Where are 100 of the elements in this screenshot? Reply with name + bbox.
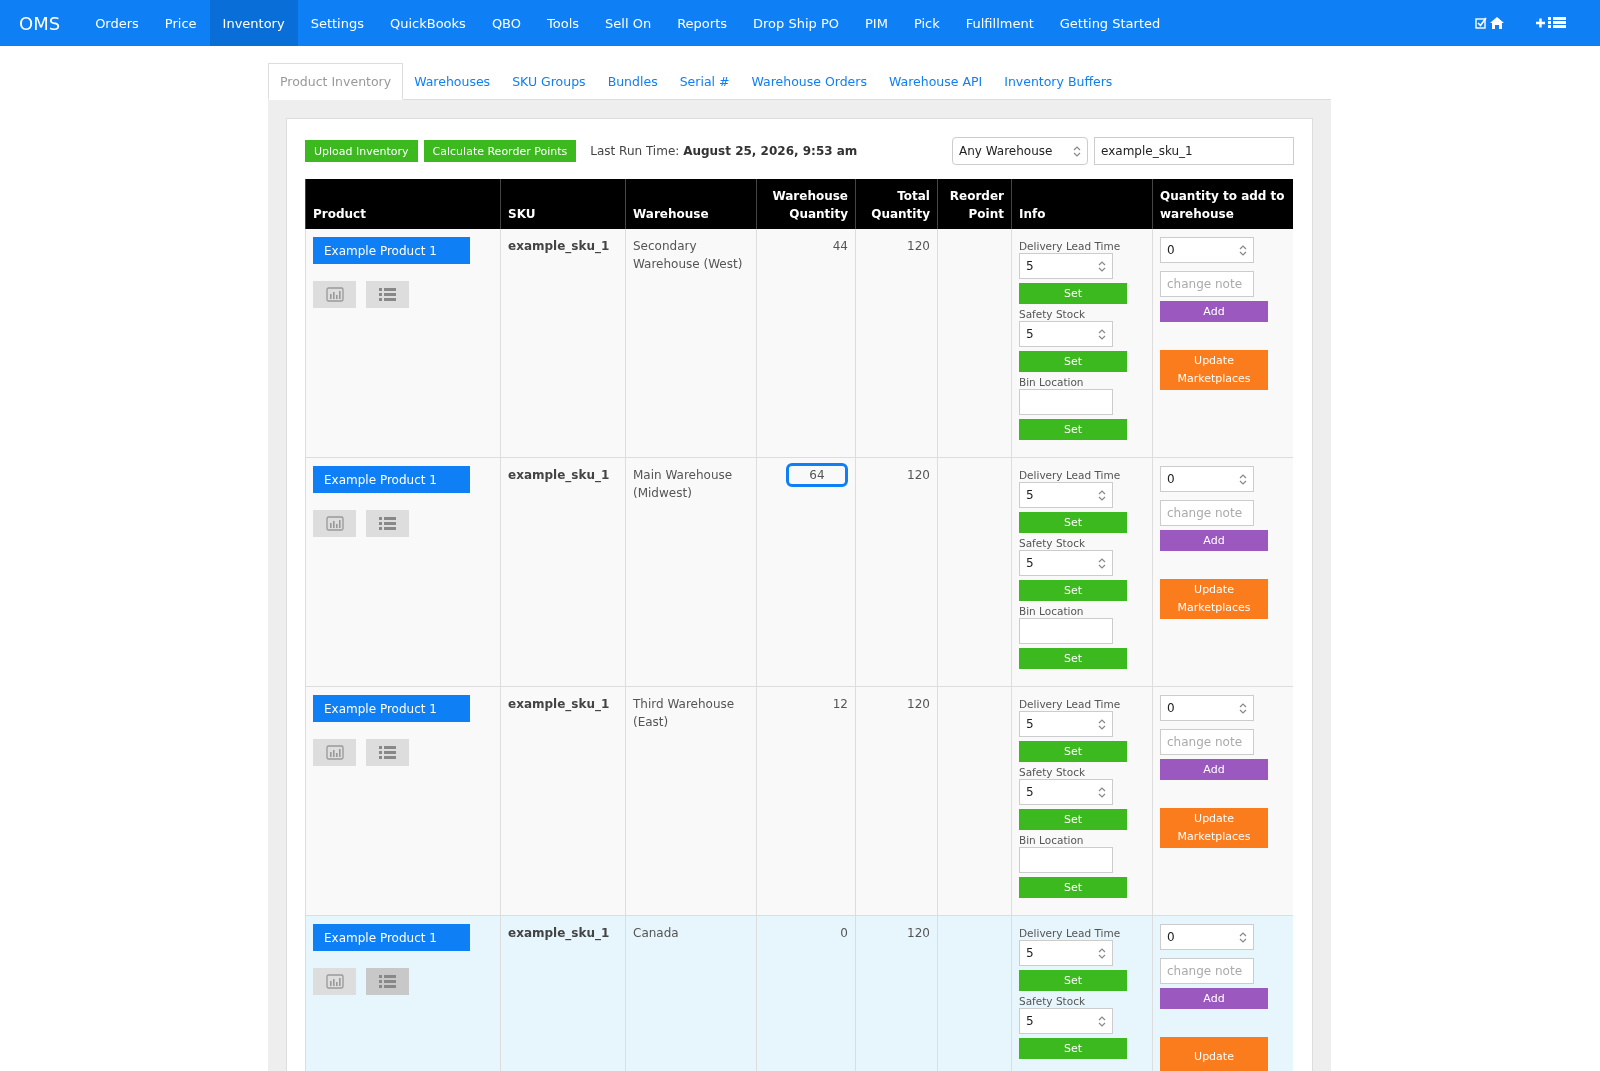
chart-button[interactable] (313, 739, 356, 766)
spinner-arrows-icon[interactable] (1098, 556, 1106, 570)
set-button[interactable]: Set (1019, 512, 1127, 533)
nav-item[interactable]: Inventory (209, 0, 298, 46)
column-header: Warehouse Quantity (756, 179, 855, 229)
number-field[interactable]: 5 (1019, 253, 1113, 279)
nav-item[interactable]: Orders (82, 0, 152, 46)
sku-search-field[interactable]: example_sku_1 (1094, 137, 1294, 165)
spinner-arrows-icon[interactable] (1098, 488, 1106, 502)
product-button[interactable]: Example Product 1 (313, 466, 470, 493)
set-button[interactable]: Set (1019, 648, 1127, 669)
quantity-field[interactable]: 0 (1160, 466, 1254, 492)
set-button[interactable]: Set (1019, 809, 1127, 830)
quantity-field[interactable]: 0 (1160, 695, 1254, 721)
action-button[interactable]: Upload Inventory (305, 140, 418, 162)
spinner-arrows-icon[interactable] (1098, 946, 1106, 960)
nav-item[interactable]: Getting Started (1046, 0, 1174, 46)
check-home-icon[interactable] (1475, 16, 1505, 30)
set-button[interactable]: Set (1019, 1038, 1127, 1059)
note-field[interactable]: change note (1160, 958, 1254, 984)
tab[interactable]: Inventory Buffers (993, 63, 1124, 99)
number-field[interactable]: 5 (1019, 779, 1113, 805)
list-button[interactable] (366, 968, 409, 995)
quantity-field[interactable]: 0 (1160, 237, 1254, 263)
spinner-arrows-icon[interactable] (1098, 717, 1106, 731)
list-button[interactable] (366, 739, 409, 766)
update-button[interactable]: Update Marketplaces (1160, 579, 1268, 619)
set-button[interactable]: Set (1019, 877, 1127, 898)
tab[interactable]: Warehouses (403, 63, 502, 99)
warehouse-select[interactable]: Any Warehouse (952, 137, 1088, 165)
set-button[interactable]: Set (1019, 419, 1127, 440)
tab[interactable]: Serial # (668, 63, 741, 99)
nav-item[interactable]: Settings (297, 0, 377, 46)
spinner-arrows-icon[interactable] (1239, 930, 1247, 944)
nav-item[interactable]: Reports (664, 0, 740, 46)
action-button[interactable]: Calculate Reorder Points (423, 140, 577, 162)
tab[interactable]: Bundles (596, 63, 669, 99)
set-button[interactable]: Set (1019, 970, 1127, 991)
warehouse-text: Main Warehouse (Midwest) (633, 468, 733, 500)
set-button[interactable]: Set (1019, 741, 1127, 762)
spinner-arrows-icon[interactable] (1073, 144, 1081, 158)
spinner-arrows-icon[interactable] (1098, 327, 1106, 341)
nav-item[interactable]: QBO (478, 0, 535, 46)
field-label: Bin Location (1019, 604, 1085, 618)
nav-item[interactable]: Pick (900, 0, 953, 46)
product-button[interactable]: Example Product 1 (313, 695, 470, 722)
tab[interactable]: Warehouse Orders (740, 63, 878, 99)
set-button[interactable]: Set (1019, 580, 1127, 601)
spinner-arrows-icon[interactable] (1239, 243, 1247, 257)
list-button[interactable] (366, 510, 409, 537)
nav-item[interactable]: Fulfillment (952, 0, 1047, 46)
spinner-arrows-icon[interactable] (1098, 259, 1106, 273)
spinner-arrows-icon[interactable] (1239, 472, 1247, 486)
number-field[interactable]: 5 (1019, 321, 1113, 347)
nav-item[interactable]: PIM (852, 0, 901, 46)
set-button[interactable]: Set (1019, 283, 1127, 304)
add-button[interactable]: Add (1160, 759, 1268, 780)
update-button[interactable]: Update Marketplaces (1160, 350, 1268, 390)
brand-logo[interactable]: OMS (8, 0, 83, 46)
number-field[interactable]: 5 (1019, 940, 1113, 966)
chart-button[interactable] (313, 281, 356, 308)
tab[interactable]: Warehouse API (877, 63, 994, 99)
add-button[interactable]: Add (1160, 530, 1268, 551)
add-button[interactable]: Add (1160, 301, 1268, 322)
nav-item[interactable]: Sell On (592, 0, 665, 46)
update-button[interactable]: Update Marketplaces (1160, 808, 1268, 848)
text-field[interactable] (1019, 847, 1113, 873)
chart-button[interactable] (313, 968, 356, 995)
update-button[interactable]: Update (1160, 1037, 1268, 1071)
add-button[interactable]: Add (1160, 988, 1268, 1009)
add-list-icon[interactable] (1535, 16, 1566, 30)
quantity-field[interactable]: 0 (1160, 924, 1254, 950)
number-field[interactable]: 5 (1019, 1008, 1113, 1034)
note-field[interactable]: change note (1160, 729, 1254, 755)
tab[interactable]: Product Inventory (268, 63, 404, 100)
product-button[interactable]: Example Product 1 (313, 237, 470, 264)
nav-item[interactable]: Price (151, 0, 210, 46)
quantity-text: 44 (832, 238, 848, 255)
spinner-arrows-icon[interactable] (1098, 785, 1106, 799)
quantity-field[interactable]: 64 (786, 463, 848, 487)
product-button[interactable]: Example Product 1 (313, 924, 470, 951)
nav-item[interactable]: QuickBooks (377, 0, 479, 46)
nav-item[interactable]: Tools (534, 0, 593, 46)
number-field[interactable]: 5 (1019, 482, 1113, 508)
field-label: Delivery Lead Time (1019, 926, 1122, 940)
number-field[interactable]: 5 (1019, 550, 1113, 576)
tab[interactable]: SKU Groups (501, 63, 597, 99)
column-header: Total Quantity (855, 179, 937, 229)
chart-button[interactable] (313, 510, 356, 537)
number-field[interactable]: 5 (1019, 711, 1113, 737)
text-field[interactable] (1019, 389, 1113, 415)
text-field[interactable] (1019, 618, 1113, 644)
spinner-arrows-icon[interactable] (1098, 1014, 1106, 1028)
note-field[interactable]: change note (1160, 271, 1254, 297)
note-field[interactable]: change note (1160, 500, 1254, 526)
list-button[interactable] (366, 281, 409, 308)
field-label: Safety Stock (1019, 307, 1086, 321)
set-button[interactable]: Set (1019, 351, 1127, 372)
nav-item[interactable]: Drop Ship PO (740, 0, 852, 46)
spinner-arrows-icon[interactable] (1239, 701, 1247, 715)
